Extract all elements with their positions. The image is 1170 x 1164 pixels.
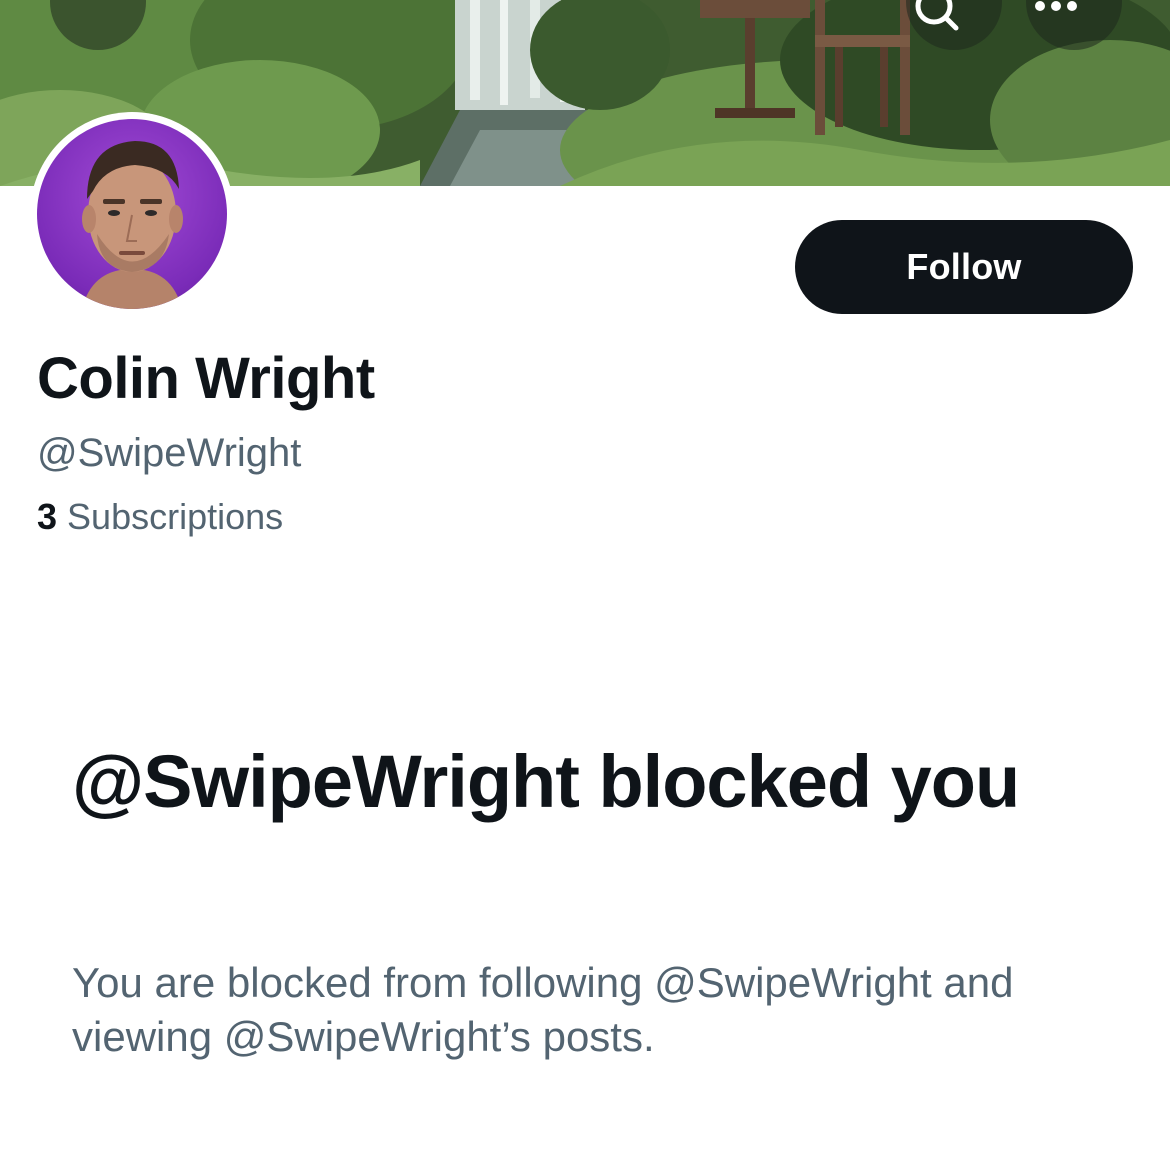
display-name: Colin Wright <box>37 346 375 411</box>
subscriptions-count: 3 <box>37 496 58 537</box>
follow-button-label: Follow <box>906 246 1022 287</box>
search-icon <box>915 0 959 31</box>
more-horizontal-icon <box>1035 1 1077 11</box>
profile-handle: @SwipeWright <box>37 431 302 475</box>
avatar[interactable] <box>30 112 234 316</box>
blocked-description: You are blocked from following @SwipeWri… <box>72 959 1014 1060</box>
subscriptions-label: Subscriptions <box>67 496 284 537</box>
subscriptions-link[interactable]: 3 Subscriptions <box>37 496 283 538</box>
profile-photo <box>82 141 183 309</box>
follow-button[interactable]: Follow <box>795 220 1133 314</box>
profile-page: Follow Colin Wright @SwipeWright 3 Subsc… <box>0 0 1170 1164</box>
blocked-title: @SwipeWright blocked you <box>72 740 1020 823</box>
avatar-image <box>37 119 227 309</box>
